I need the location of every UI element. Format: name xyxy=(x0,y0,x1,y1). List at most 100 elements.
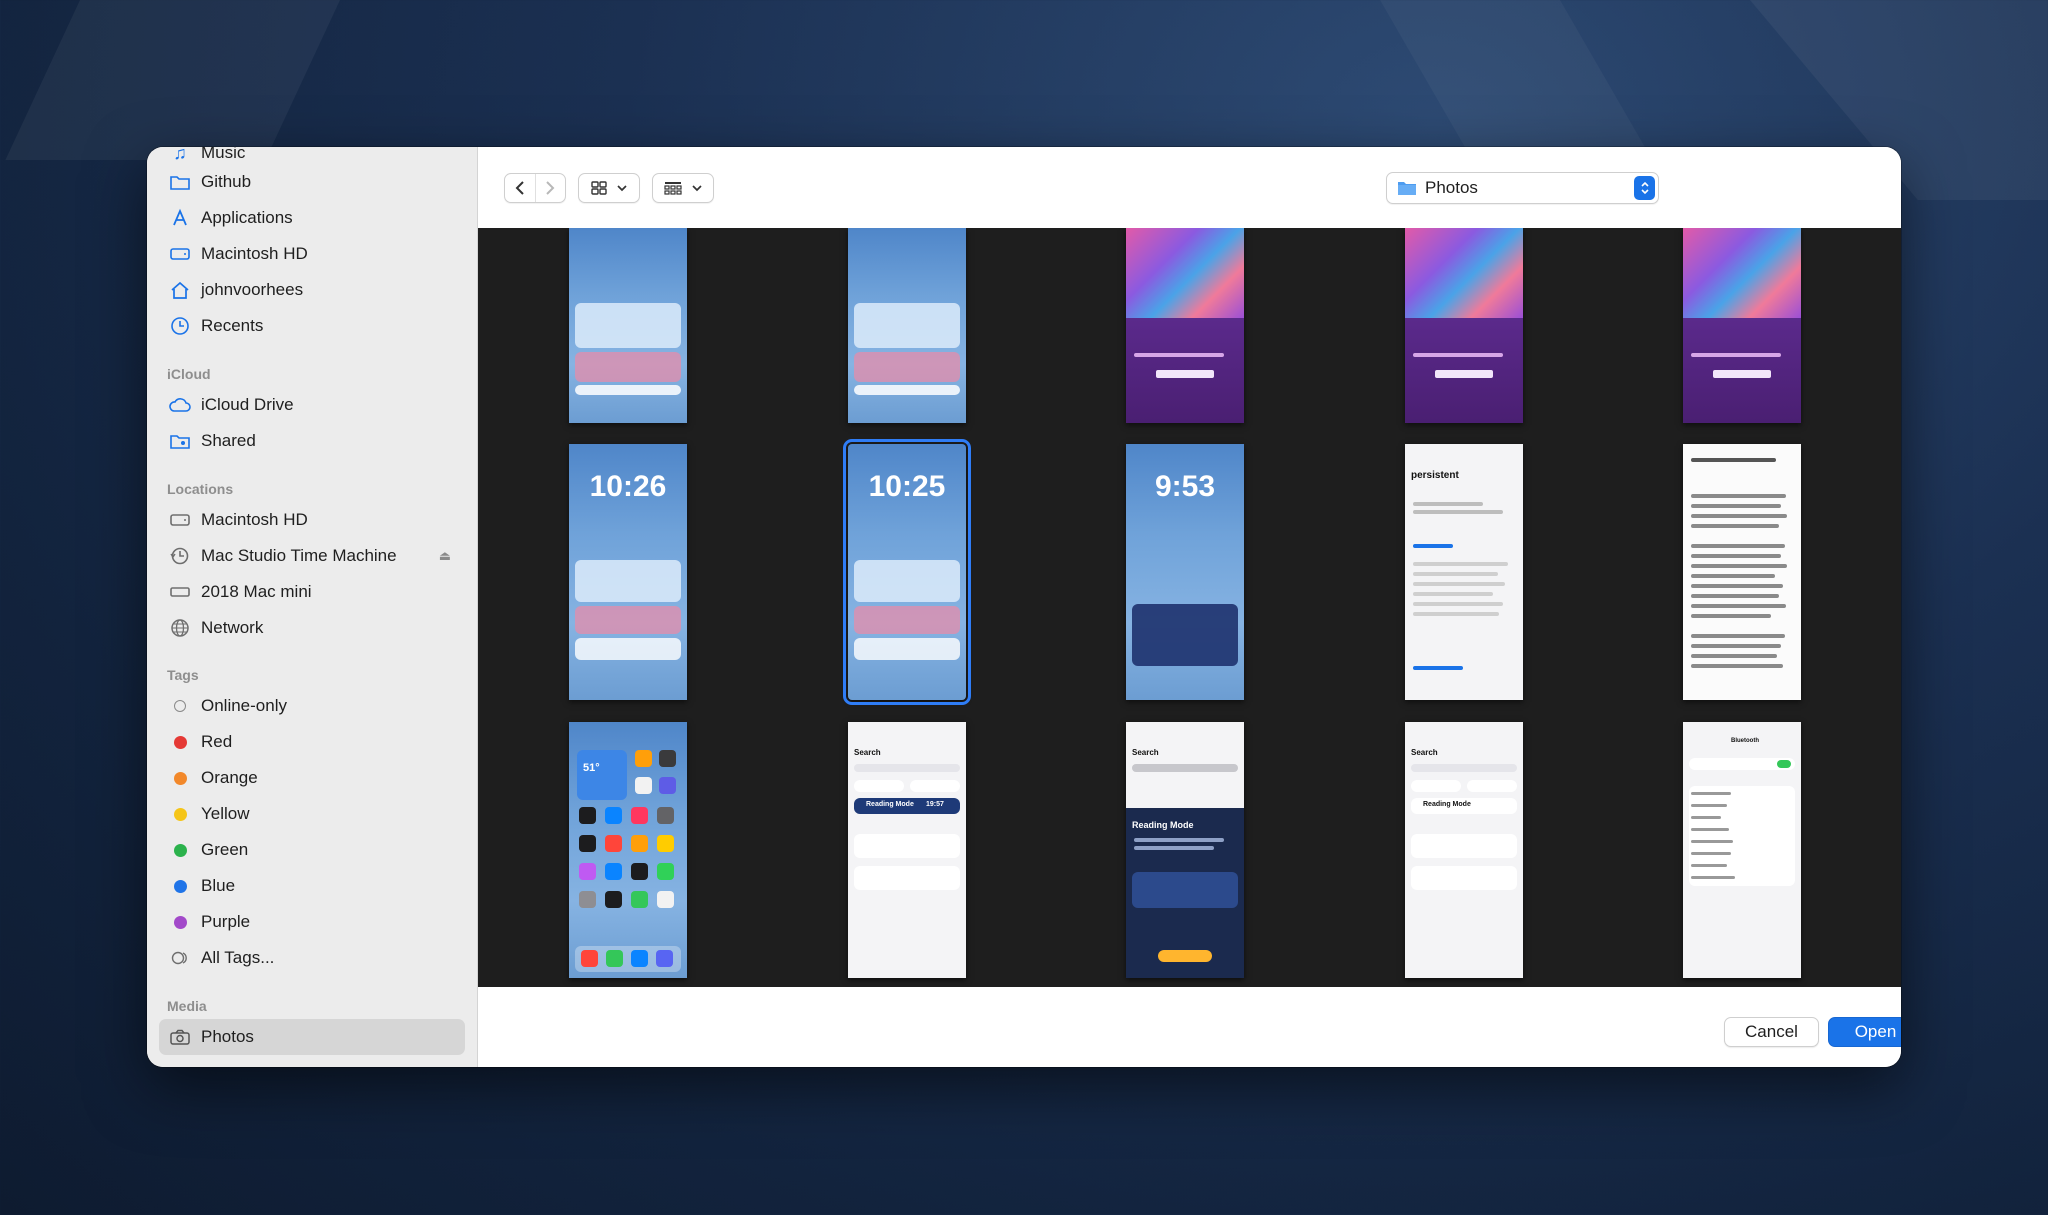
sidebar-item-tag-online-only[interactable]: Online-only xyxy=(159,688,465,724)
photo-thumbnail[interactable]: 51° xyxy=(569,722,687,978)
app-icon xyxy=(656,950,673,967)
text-line xyxy=(1413,602,1503,606)
widget-bar xyxy=(854,385,960,395)
all-tags-icon xyxy=(169,947,191,969)
photo-thumbnail[interactable] xyxy=(1683,444,1801,700)
photo-thumbnail-selected[interactable]: 10:25 xyxy=(843,439,971,705)
icon-view-icon xyxy=(591,181,607,195)
text-line xyxy=(1413,666,1463,670)
sidebar-item-photos[interactable]: Photos xyxy=(159,1019,465,1055)
text-line xyxy=(1691,504,1781,508)
text-line xyxy=(1691,634,1785,638)
sidebar-item-tag-green[interactable]: Green xyxy=(159,832,465,868)
text-line xyxy=(1691,804,1727,807)
photo-thumbnail[interactable] xyxy=(1405,228,1523,423)
photo-thumbnail[interactable]: Search Reading Mode 19:57 xyxy=(848,722,966,978)
applications-icon xyxy=(169,207,191,229)
yellow-tag-icon xyxy=(169,803,191,825)
photo-thumbnail[interactable]: persistent xyxy=(1405,444,1523,700)
music-icon: ♫ xyxy=(173,147,187,163)
text-line xyxy=(1691,524,1779,528)
sidebar-item-time-machine[interactable]: Mac Studio Time Machine ⏏ xyxy=(159,538,465,574)
photo-grid: 10:26 10:25 9:53 persistent 51° Search R… xyxy=(478,228,1901,987)
sidebar-item-tag-orange[interactable]: Orange xyxy=(159,760,465,796)
blue-tag-icon xyxy=(169,875,191,897)
sidebar-item-macintosh-hd[interactable]: Macintosh HD xyxy=(159,236,465,272)
sidebar-item-recents[interactable]: Recents xyxy=(159,308,465,344)
wallpaper-streak xyxy=(1380,0,1647,150)
text-line xyxy=(1691,840,1733,843)
app-icon xyxy=(657,835,674,852)
cancel-button[interactable]: Cancel xyxy=(1724,1017,1819,1047)
sidebar-item-github[interactable]: Github xyxy=(159,164,465,200)
sidebar-item-tag-purple[interactable]: Purple xyxy=(159,904,465,940)
group-by-button[interactable] xyxy=(652,173,714,203)
sidebar-item-applications[interactable]: Applications xyxy=(159,200,465,236)
photo-thumbnail[interactable] xyxy=(569,228,687,423)
text-line xyxy=(1691,664,1783,668)
section-header-locations: Locations xyxy=(167,481,234,497)
back-button[interactable] xyxy=(505,174,536,202)
reading-mode-sheet: Reading Mode xyxy=(1126,808,1244,978)
sidebar-item-tag-red[interactable]: Red xyxy=(159,724,465,760)
sidebar-item-all-tags[interactable]: All Tags... xyxy=(159,940,465,976)
dialog-footer: Cancel Open xyxy=(478,987,1901,1067)
text-line xyxy=(1691,816,1721,819)
section-header-icloud: iCloud xyxy=(167,366,211,382)
view-mode-button[interactable] xyxy=(578,173,640,203)
photo-thumbnail[interactable] xyxy=(848,228,966,423)
notification-card xyxy=(854,352,960,382)
photo-thumbnail[interactable]: 9:53 xyxy=(1126,444,1244,700)
eject-icon[interactable]: ⏏ xyxy=(439,548,451,564)
chevron-down-icon xyxy=(617,185,627,192)
sidebar-item-network[interactable]: Network xyxy=(159,610,465,646)
drive-icon xyxy=(169,243,191,265)
text-line xyxy=(1691,654,1777,658)
recent-item xyxy=(1411,834,1517,858)
text-line xyxy=(1691,864,1727,867)
text-line xyxy=(1413,510,1503,514)
shared-folder-icon xyxy=(169,430,191,452)
app-icon xyxy=(606,950,623,967)
photo-thumbnail[interactable] xyxy=(1683,228,1801,423)
sidebar-item-icloud-drive[interactable]: iCloud Drive xyxy=(159,387,465,423)
sidebar-item-shared[interactable]: Shared xyxy=(159,423,465,459)
location-popup[interactable]: Photos xyxy=(1386,172,1659,204)
photo-thumbnail[interactable]: Search Reading Mode xyxy=(1126,722,1244,978)
photo-thumbnail[interactable] xyxy=(1126,228,1244,423)
green-tag-icon xyxy=(169,839,191,861)
sidebar-item-home[interactable]: johnvoorhees xyxy=(159,272,465,308)
forward-button[interactable] xyxy=(536,174,566,202)
now-playing-card xyxy=(575,303,681,348)
app-icon xyxy=(605,863,622,880)
text-line xyxy=(1134,838,1224,842)
app-icon xyxy=(605,835,622,852)
album-art xyxy=(1683,228,1801,318)
text-line xyxy=(1413,562,1508,566)
app-icon xyxy=(631,863,648,880)
app-icon xyxy=(579,863,596,880)
purple-tag-icon xyxy=(169,911,191,933)
playback-controls xyxy=(1435,370,1493,378)
text-line xyxy=(1413,592,1493,596)
sidebar-item-macintosh-hd-location[interactable]: Macintosh HD xyxy=(159,502,465,538)
sidebar-item-tag-blue[interactable]: Blue xyxy=(159,868,465,904)
app-icon xyxy=(579,891,596,908)
widget-bar xyxy=(575,638,681,660)
notification-card xyxy=(575,606,681,634)
sidebar-item-mac-mini[interactable]: 2018 Mac mini xyxy=(159,574,465,610)
orange-tag-icon xyxy=(169,767,191,789)
text-line xyxy=(1413,612,1499,616)
text-line xyxy=(1413,502,1483,506)
text-line xyxy=(1134,846,1214,850)
section-header-tags: Tags xyxy=(167,667,199,683)
globe-icon xyxy=(169,617,191,639)
open-button[interactable]: Open xyxy=(1828,1017,1901,1047)
weather-widget xyxy=(577,750,627,800)
photo-thumbnail[interactable]: 10:26 xyxy=(569,444,687,700)
sidebar: ♫ Music Github Applications Macintosh HD xyxy=(147,147,478,1067)
photo-thumbnail[interactable]: Bluetooth xyxy=(1683,722,1801,978)
sidebar-item-tag-yellow[interactable]: Yellow xyxy=(159,796,465,832)
photo-thumbnail[interactable]: Search Reading Mode xyxy=(1405,722,1523,978)
playback-controls xyxy=(1156,370,1214,378)
